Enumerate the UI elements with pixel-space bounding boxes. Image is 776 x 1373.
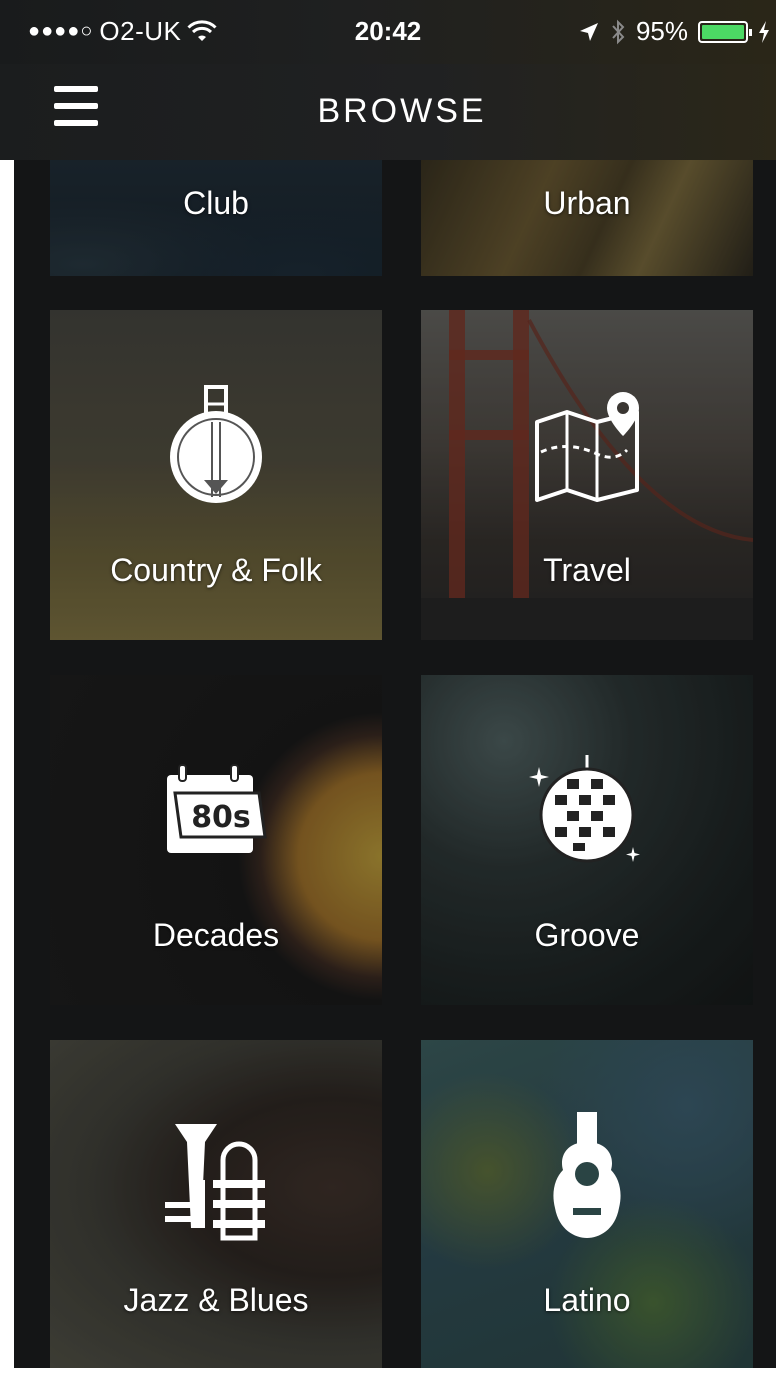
screen-edge <box>0 160 14 1373</box>
calendar-80s-icon: 80s <box>167 764 267 853</box>
nav-bar: BROWSE <box>0 64 776 160</box>
category-label: Urban <box>543 185 631 221</box>
category-tile-country-folk[interactable]: Country & Folk <box>50 310 382 640</box>
calendar-80s-text: 80s <box>191 800 251 835</box>
category-tile-club[interactable]: Club <box>50 160 382 276</box>
category-label: Latino <box>543 1282 631 1318</box>
guitar-icon <box>553 1112 621 1238</box>
category-label: Decades <box>152 917 280 953</box>
category-label: Country & Folk <box>110 552 322 588</box>
bluetooth-icon <box>612 19 625 44</box>
category-label: Travel <box>543 552 631 588</box>
status-bar: ●●●●○ O2-UK 20:42 95% <box>0 0 776 64</box>
category-label: Club <box>183 185 249 221</box>
battery-percent: 95% <box>635 16 688 46</box>
category-tile-latino[interactable]: Latino <box>421 1040 753 1368</box>
trumpet-icon <box>165 1124 265 1241</box>
charging-icon <box>759 20 769 43</box>
category-tile-urban[interactable]: Urban <box>421 160 753 276</box>
banjo-icon <box>170 385 262 503</box>
battery-icon <box>698 20 752 43</box>
disco-ball-icon <box>529 755 640 863</box>
category-tile-jazz-blues[interactable]: Jazz & Blues <box>50 1040 382 1368</box>
page-title: BROWSE <box>317 92 487 130</box>
map-pin-icon <box>535 392 639 502</box>
status-indicators: 95% <box>578 16 770 47</box>
category-label: Groove <box>534 917 640 953</box>
category-tile-groove[interactable]: Groove <box>421 675 753 1005</box>
browse-screen: ●●●●○ O2-UK 20:42 95% BROWSE Club Urban … <box>0 0 776 1373</box>
location-arrow-icon <box>579 22 598 41</box>
screen-edge <box>0 1368 776 1373</box>
category-tile-travel[interactable]: Travel <box>421 310 753 640</box>
category-label: Jazz & Blues <box>123 1282 309 1318</box>
category-tile-decades[interactable]: 80s Decades <box>50 675 382 1005</box>
